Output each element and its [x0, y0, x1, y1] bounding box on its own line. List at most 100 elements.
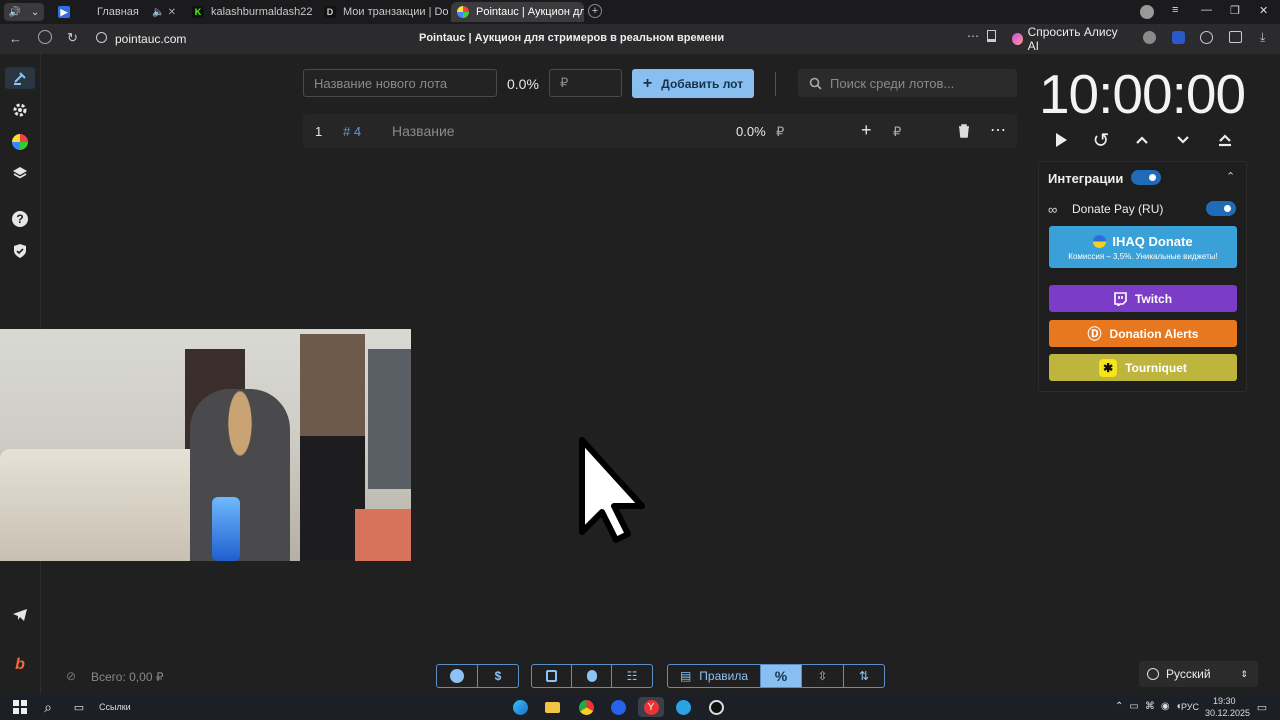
save-icon [546, 670, 557, 682]
ihaq-donate-button[interactable]: IHAQ Donate Комиссия – 3,5%. Уникальные … [1049, 226, 1237, 268]
tab-donate[interactable]: D Мои транзакции | Donate [320, 2, 448, 22]
windows-start-icon[interactable] [10, 697, 30, 717]
github-button[interactable] [436, 664, 478, 688]
lot-add-amount-button[interactable]: + [861, 120, 872, 141]
lot-name-input[interactable]: Название нового лота [303, 69, 497, 97]
sort-button[interactable]: ⇅ [843, 664, 885, 688]
donation-alerts-button[interactable]: Ⓓ Donation Alerts [1049, 320, 1237, 347]
browser-menu-button[interactable]: 🔊 ⌄ [4, 3, 44, 21]
edge-icon[interactable] [510, 697, 530, 717]
wheel-icon[interactable] [10, 132, 30, 152]
play-button[interactable] [1049, 128, 1073, 152]
lot-row[interactable]: 1 # 4 Название 0.0% ₽ + ₽ ⋯ [303, 114, 1017, 148]
tourniquet-button[interactable]: ✱ Tourniquet [1049, 354, 1237, 381]
sort-icon: ⇅ [858, 669, 870, 683]
total-label: Всего: 0,00 ₽ [91, 670, 164, 684]
folder-icon[interactable] [542, 697, 562, 717]
settings-icon[interactable] [10, 100, 30, 120]
restore-icon[interactable]: ❐ [1230, 4, 1240, 17]
search-icon[interactable]: ⌕ [38, 697, 58, 717]
site-info-icon[interactable] [96, 32, 107, 43]
trash-icon[interactable] [958, 124, 970, 138]
tab-pointauc[interactable]: Pointauc | Аукцион для ✕ [451, 2, 584, 22]
language-select[interactable]: Русский ⇕ [1139, 661, 1258, 687]
rules-label: Правила [699, 669, 749, 683]
clock-time[interactable]: 19:30 [1213, 696, 1236, 706]
protect-icon[interactable] [38, 30, 52, 44]
auction-icon[interactable] [5, 67, 35, 89]
integrations-toggle[interactable] [1131, 170, 1161, 185]
twitch-button[interactable]: Twitch [1049, 285, 1237, 312]
tab-main[interactable]: ▶ Главная 🔈 ✕ [54, 2, 182, 22]
links-label[interactable]: Ссылки [99, 702, 131, 712]
keyboard-language[interactable]: РУС [1181, 702, 1199, 712]
telegram-icon[interactable] [10, 605, 30, 625]
collections-icon[interactable] [1229, 31, 1242, 43]
notification-icon[interactable]: ▭ [1252, 697, 1272, 717]
compact-view-button[interactable]: ⇳ [801, 664, 844, 688]
donate-button[interactable]: $ [477, 664, 519, 688]
more-icon[interactable]: ⋯ [967, 29, 979, 43]
chevron-down-icon [1177, 136, 1189, 144]
timer-double-up-button[interactable] [1213, 128, 1237, 152]
lot-name[interactable]: Название [392, 123, 455, 139]
integrations-title: Интеграции [1048, 171, 1124, 186]
bug-icon [586, 670, 597, 682]
url-text[interactable]: pointauc.com [115, 32, 186, 46]
telegram-icon[interactable] [673, 697, 693, 717]
tab-label: Pointauc | Аукцион для [476, 6, 584, 18]
reload-icon[interactable]: ↻ [67, 30, 78, 46]
download-icon[interactable]: ⤓ [1260, 30, 1265, 45]
lot-amount-input[interactable]: ₽ [549, 69, 622, 97]
globe-icon[interactable] [1143, 31, 1156, 44]
extension-icon[interactable] [1172, 31, 1185, 44]
clear-lots-button[interactable]: ☷ [611, 664, 653, 688]
percent-mode-button[interactable]: % [760, 664, 802, 688]
twitch-icon [1114, 291, 1127, 306]
double-up-icon [1219, 134, 1231, 147]
menu-icon[interactable]: ≡ [1172, 4, 1178, 16]
media-icon[interactable] [1200, 31, 1213, 44]
lot-percent: 0.0% [736, 124, 766, 139]
chrome-icon[interactable] [576, 697, 596, 717]
shield-icon[interactable] [10, 241, 30, 261]
timer-up-button[interactable] [1130, 128, 1154, 152]
ask-alice-button[interactable]: Спросить Алису AI [1008, 25, 1120, 53]
back-icon[interactable]: ← [9, 31, 22, 46]
address-bar: ← ↻ pointauc.com Pointauc | Аукцион для … [0, 24, 1280, 54]
close-window-icon[interactable]: ✕ [1259, 4, 1268, 17]
profile-avatar[interactable] [1140, 5, 1154, 19]
clock-date[interactable]: 30.12.2025 [1205, 708, 1250, 718]
lot-search-input[interactable]: Поиск среди лотов... [798, 69, 1017, 97]
reset-button[interactable]: ↺ [1089, 128, 1113, 152]
save-button[interactable] [531, 664, 572, 688]
play-icon [1056, 133, 1067, 147]
add-lot-button[interactable]: + Добавить лот [632, 69, 754, 98]
tray-icons[interactable]: ⌃▭⌘◉◖ [1115, 701, 1188, 712]
app-icon[interactable] [608, 697, 628, 717]
timer-down-button[interactable] [1171, 128, 1195, 152]
lot-index: 1 [315, 124, 323, 139]
bookmark-icon[interactable] [987, 30, 996, 42]
help-icon[interactable]: ? [10, 209, 30, 229]
webcam-overlay [0, 329, 411, 561]
bug-report-button[interactable] [571, 664, 612, 688]
rules-button[interactable]: ▤ Правила [667, 664, 761, 688]
eye-off-icon[interactable]: ⊘ [66, 669, 76, 683]
task-view-icon[interactable]: ▭ [69, 697, 89, 717]
play-tab-icon: ▶ [58, 6, 70, 18]
speaker-icon: 🔊 [8, 6, 22, 18]
boosty-icon[interactable]: b [10, 655, 30, 675]
minimize-icon[interactable]: — [1201, 4, 1212, 16]
collapse-icon[interactable]: ⌃ [1226, 170, 1235, 183]
lot-amount-currency: ₽ [776, 124, 785, 139]
tab-kick[interactable]: K kalashburmaldash228 Str [188, 2, 313, 22]
taskbar: ⌕ ▭ Ссылки Y ⌃▭⌘◉◖ РУС 19:30 30.12.2025 … [0, 694, 1280, 720]
obs-icon[interactable] [706, 697, 726, 717]
more-icon[interactable]: ⋯ [990, 120, 1006, 140]
kick-icon: K [192, 6, 204, 18]
yandex-browser-icon[interactable]: Y [638, 697, 664, 717]
new-tab-button[interactable]: + [588, 4, 602, 18]
layers-icon[interactable] [10, 163, 30, 183]
donatepay-toggle[interactable] [1206, 201, 1236, 216]
